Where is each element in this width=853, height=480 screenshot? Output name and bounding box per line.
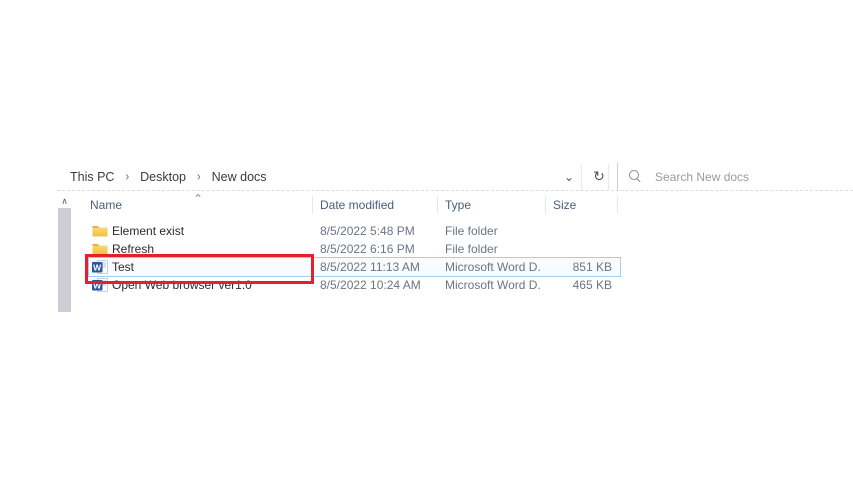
- column-divider: [312, 196, 313, 214]
- file-name: Element exist: [112, 224, 185, 238]
- search-icon: [629, 170, 642, 183]
- column-header-row: Name ⌃ Date modified Type Size: [0, 192, 853, 215]
- breadcrumb-separator-icon: ›: [196, 169, 201, 184]
- file-explorer-window: This PC › Desktop › New docs ⌄ ↻ ∧ Name …: [0, 0, 853, 480]
- file-row-element-exist[interactable]: Element exist 8/5/2022 5:48 PM File fold…: [80, 222, 640, 240]
- annotation-rectangle: [85, 254, 314, 284]
- breadcrumb-desktop[interactable]: Desktop: [138, 170, 188, 184]
- file-size: [545, 240, 612, 258]
- file-date-modified: 8/5/2022 5:48 PM: [320, 224, 415, 238]
- breadcrumb-this-pc[interactable]: This PC: [68, 170, 116, 184]
- toolbar-divider: [608, 164, 609, 190]
- chevron-down-icon: ⌄: [563, 169, 575, 184]
- address-dropdown-button[interactable]: ⌄: [555, 163, 583, 190]
- address-bar: This PC › Desktop › New docs ⌄ ↻: [57, 163, 853, 190]
- column-header-size[interactable]: Size: [553, 195, 613, 215]
- breadcrumb: This PC › Desktop › New docs: [68, 163, 269, 190]
- column-divider: [545, 196, 546, 214]
- sort-ascending-icon: ⌃: [193, 192, 204, 206]
- file-size: 851 KB: [572, 260, 612, 274]
- file-type: Microsoft Word D...: [445, 260, 541, 274]
- column-divider: [437, 196, 438, 214]
- breadcrumb-new-docs[interactable]: New docs: [210, 170, 269, 184]
- file-date-modified: 8/5/2022 11:13 AM: [320, 260, 420, 274]
- file-date-modified: 8/5/2022 10:24 AM: [320, 278, 421, 292]
- search-box: [617, 163, 853, 190]
- toolbar-divider: [581, 164, 582, 190]
- scrollbar-thumb[interactable]: [58, 208, 71, 312]
- folder-icon: [92, 224, 108, 238]
- column-divider: [617, 196, 618, 214]
- column-header-type[interactable]: Type: [445, 195, 540, 215]
- toolbar-divider-line: [57, 190, 853, 191]
- refresh-icon: ↻: [593, 168, 605, 184]
- file-size: [545, 222, 612, 240]
- column-header-date-modified[interactable]: Date modified: [320, 195, 430, 215]
- breadcrumb-separator-icon: ›: [125, 169, 130, 184]
- file-size: 465 KB: [572, 278, 612, 292]
- file-type: File folder: [445, 224, 498, 238]
- search-input[interactable]: [653, 168, 827, 185]
- file-type: Microsoft Word D...: [445, 278, 541, 292]
- file-date-modified: 8/5/2022 6:16 PM: [320, 242, 415, 256]
- file-type: File folder: [445, 242, 498, 256]
